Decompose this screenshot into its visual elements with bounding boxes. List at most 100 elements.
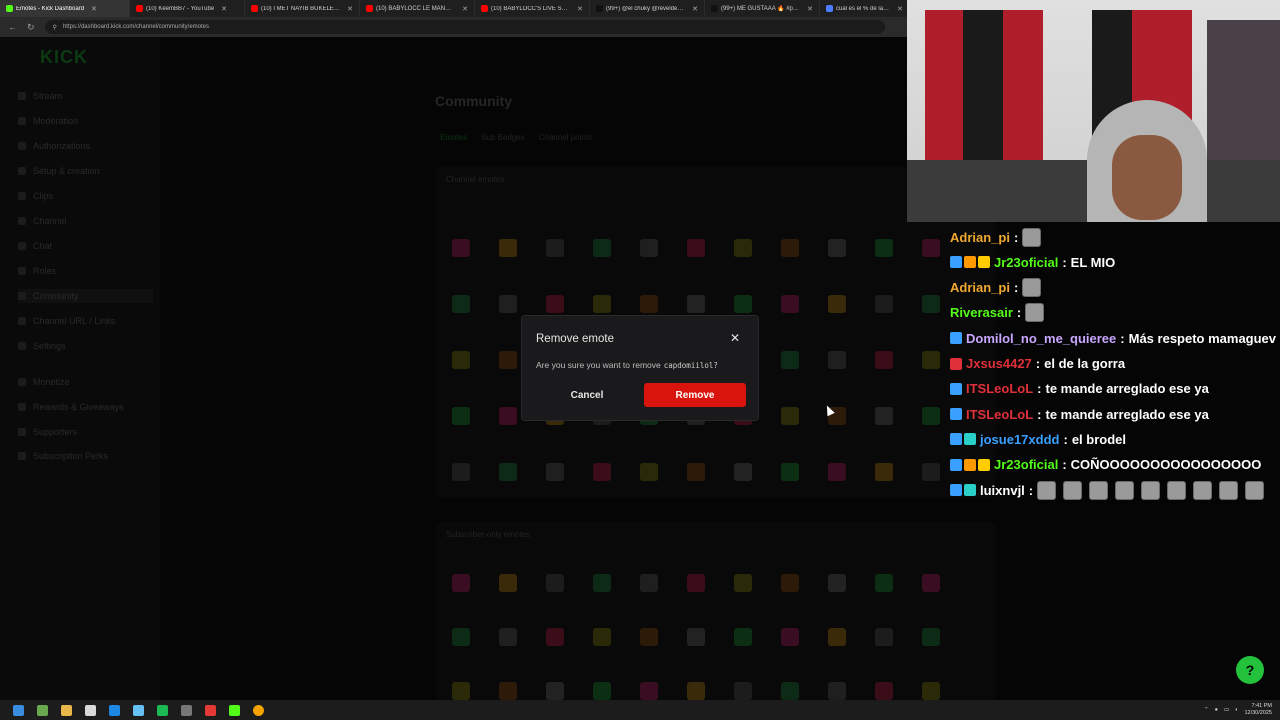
terminal-icon[interactable]	[37, 704, 48, 716]
emote-thumbnail[interactable]	[922, 463, 940, 481]
emote-thumbnail[interactable]	[546, 463, 564, 481]
emote-thumbnail[interactable]	[922, 239, 940, 257]
community-subtab[interactable]: Channel points	[539, 133, 592, 142]
chat-username[interactable]: Jr23oficial	[994, 457, 1058, 472]
chat-username[interactable]: Domilol_no_me_quieree	[966, 331, 1116, 346]
file-explorer-icon[interactable]	[61, 704, 72, 716]
emote-thumbnail[interactable]	[640, 295, 658, 313]
close-icon[interactable]: ✕	[462, 5, 468, 13]
network-icon[interactable]: ▭	[1224, 707, 1229, 713]
emote-thumbnail[interactable]	[875, 682, 893, 700]
emote-thumbnail[interactable]	[734, 295, 752, 313]
emote-thumbnail[interactable]	[499, 574, 517, 592]
browser-tab[interactable]: Emotes - Kick Dashboard ✕	[0, 0, 130, 17]
emote-thumbnail[interactable]	[828, 295, 846, 313]
sidebar-item[interactable]: Subscription Perks	[18, 449, 153, 463]
sidebar-item[interactable]: Moderation	[18, 114, 153, 128]
pen-icon[interactable]	[181, 704, 192, 716]
browser-tab[interactable]: (10) BABYLOCC LE MANDA 🔥 ✕	[360, 0, 475, 17]
emote-thumbnail[interactable]	[875, 628, 893, 646]
back-arrow-icon[interactable]: ←	[8, 22, 17, 32]
browser-tab[interactable]: (10) BABYLOCC'S LIVE STREAM ✕	[475, 0, 590, 17]
close-icon[interactable]: ✕	[692, 5, 698, 13]
emote-thumbnail[interactable]	[452, 463, 470, 481]
community-subtab[interactable]: Sub Badges	[481, 133, 525, 142]
browser-tab[interactable]: (10) KeemBB7 - YouTube ✕	[130, 0, 245, 17]
emote-thumbnail[interactable]	[499, 407, 517, 425]
emote-thumbnail[interactable]	[499, 682, 517, 700]
emote-thumbnail[interactable]	[922, 574, 940, 592]
emote-thumbnail[interactable]	[828, 351, 846, 369]
emote-thumbnail[interactable]	[828, 463, 846, 481]
tray-chevron-icon[interactable]: ⌃	[1204, 707, 1209, 713]
emote-thumbnail[interactable]	[687, 682, 705, 700]
emote-thumbnail[interactable]	[922, 295, 940, 313]
cancel-button[interactable]: Cancel	[536, 383, 638, 407]
emote-thumbnail[interactable]	[593, 628, 611, 646]
chat-username[interactable]: luixnvjl	[980, 483, 1025, 498]
browser-icon[interactable]	[109, 704, 120, 716]
emote-thumbnail[interactable]	[781, 295, 799, 313]
close-icon[interactable]: ✕	[91, 5, 97, 13]
sidebar-item[interactable]: Authorizations	[18, 139, 153, 153]
emote-thumbnail[interactable]	[781, 351, 799, 369]
emote-thumbnail[interactable]	[875, 239, 893, 257]
emote-thumbnail[interactable]	[546, 239, 564, 257]
emote-thumbnail[interactable]	[875, 351, 893, 369]
emote-thumbnail[interactable]	[687, 295, 705, 313]
close-icon[interactable]: ✕	[730, 331, 740, 345]
sidebar-item[interactable]: Channel URL / Links	[18, 314, 153, 328]
kick-app-icon[interactable]	[229, 704, 240, 716]
browser-tab[interactable]: (10) I MET NAYIB BUKELE (PRES ✕	[245, 0, 360, 17]
emote-thumbnail[interactable]	[781, 682, 799, 700]
help-chat-button[interactable]: ?	[1236, 656, 1264, 684]
address-bar[interactable]: ⚲ https://dashboard.kick.com/channel/com…	[44, 20, 885, 34]
emote-thumbnail[interactable]	[781, 463, 799, 481]
emote-thumbnail[interactable]	[640, 628, 658, 646]
emote-thumbnail[interactable]	[922, 682, 940, 700]
emote-thumbnail[interactable]	[593, 239, 611, 257]
chrome-icon[interactable]	[253, 704, 264, 716]
chat-username[interactable]: ITSLeoLoL	[966, 381, 1033, 396]
emote-thumbnail[interactable]	[499, 351, 517, 369]
emote-thumbnail[interactable]	[734, 239, 752, 257]
start-icon[interactable]	[13, 704, 24, 716]
sidebar-item[interactable]: Channel	[18, 214, 153, 228]
chat-username[interactable]: josue17xddd	[980, 432, 1059, 447]
steam-icon[interactable]	[133, 704, 144, 716]
sidebar-item[interactable]: Monetize	[18, 375, 153, 389]
emote-thumbnail[interactable]	[922, 628, 940, 646]
emote-thumbnail[interactable]	[687, 463, 705, 481]
sidebar-item[interactable]: Community	[18, 289, 153, 303]
close-icon[interactable]: ✕	[347, 5, 353, 13]
emote-thumbnail[interactable]	[593, 463, 611, 481]
emote-thumbnail[interactable]	[828, 682, 846, 700]
emote-thumbnail[interactable]	[640, 574, 658, 592]
chat-username[interactable]: Riverasair	[950, 305, 1013, 320]
emote-thumbnail[interactable]	[452, 682, 470, 700]
sidebar-item[interactable]: Settings	[18, 339, 153, 353]
emote-thumbnail[interactable]	[452, 239, 470, 257]
emote-thumbnail[interactable]	[687, 574, 705, 592]
emote-thumbnail[interactable]	[499, 463, 517, 481]
emote-thumbnail[interactable]	[922, 351, 940, 369]
emote-thumbnail[interactable]	[452, 574, 470, 592]
emote-thumbnail[interactable]	[546, 295, 564, 313]
sidebar-item[interactable]: Rewards & Giveaways	[18, 400, 153, 414]
sidebar-item[interactable]: Setup & creation	[18, 164, 153, 178]
emote-thumbnail[interactable]	[781, 239, 799, 257]
emote-thumbnail[interactable]	[828, 239, 846, 257]
emote-thumbnail[interactable]	[546, 628, 564, 646]
chat-username[interactable]: Adrian_pi	[950, 230, 1010, 245]
community-subtab[interactable]: Emotes	[440, 133, 467, 142]
emote-thumbnail[interactable]	[781, 574, 799, 592]
emote-thumbnail[interactable]	[640, 463, 658, 481]
emote-thumbnail[interactable]	[593, 682, 611, 700]
emote-thumbnail[interactable]	[452, 351, 470, 369]
emote-thumbnail[interactable]	[546, 682, 564, 700]
sidebar-item[interactable]: Stream	[18, 89, 153, 103]
sidebar-item[interactable]: Roles	[18, 264, 153, 278]
sidebar-item[interactable]: Chat	[18, 239, 153, 253]
chat-username[interactable]: Adrian_pi	[950, 280, 1010, 295]
emote-thumbnail[interactable]	[499, 239, 517, 257]
